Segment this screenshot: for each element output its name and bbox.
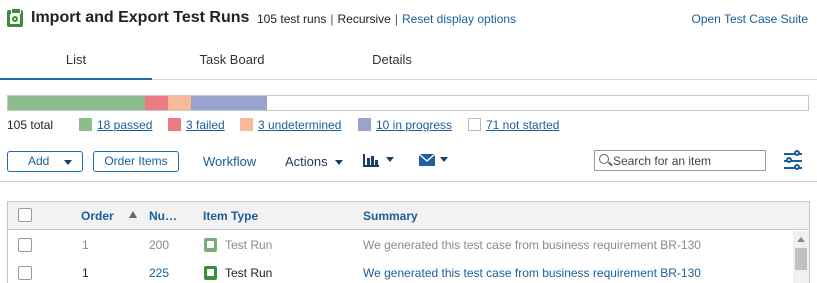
test-run-icon [204,266,217,280]
search-input[interactable] [613,153,763,168]
status-progress-bar [7,95,809,111]
row-number-link[interactable]: 200 [149,238,169,252]
settings-knob [794,150,800,156]
page-header: Import and Export Test Runs 105 test run… [0,0,817,40]
row-order: 1 [82,266,89,280]
test-runs-page: Import and Export Test Runs 105 test run… [0,0,817,283]
table-row[interactable]: 1 200 Test Run We generated this test ca… [8,231,793,259]
row-number-link[interactable]: 225 [149,266,169,280]
chevron-down-icon [386,157,394,162]
search-box [594,150,766,171]
email-menu[interactable] [418,152,452,170]
test-runs-grid: Order Nu… Item Type Summary 1 200 Test R… [7,201,810,283]
column-header-number[interactable]: Nu… [149,209,177,223]
tab-details[interactable]: Details [316,45,468,80]
chevron-down-icon [64,160,72,165]
passed-segment[interactable] [8,96,145,110]
row-checkbox[interactable] [18,266,32,280]
bar-chart-icon [363,154,379,167]
tab-task-board[interactable]: Task Board [156,45,308,80]
actions-menu[interactable]: Actions [285,154,344,169]
settings-knob [786,157,792,163]
view-tabs: List Task Board Details [0,45,817,80]
row-checkbox[interactable] [18,238,32,252]
recursive-label: Recursive [337,12,391,26]
scroll-up-arrow-icon[interactable] [797,237,805,242]
test-suite-icon [7,8,23,27]
chevron-down-icon [335,160,344,166]
chart-menu[interactable] [362,152,396,170]
test-run-icon [204,238,217,252]
not-started-swatch [468,118,481,131]
test-run-count: 105 test runs [257,12,327,26]
row-summary-link[interactable]: We generated this test case from busines… [363,266,701,280]
select-all-checkbox[interactable] [18,208,32,222]
add-button[interactable]: Add [7,151,83,172]
actions-menu-label: Actions [285,154,328,169]
settings-knob [794,164,800,170]
failed-link[interactable]: 3 failed [186,118,225,132]
row-item-type: Test Run [225,266,273,280]
column-header-summary[interactable]: Summary [363,209,418,223]
undetermined-swatch [240,118,253,131]
tab-list[interactable]: List [0,45,152,80]
workflow-menu[interactable]: Workflow [203,154,256,169]
open-test-case-suite-link[interactable]: Open Test Case Suite [691,12,808,26]
passed-swatch [79,118,92,131]
toolbar: Add Order Items Workflow Actions [0,146,817,182]
chevron-down-icon [440,157,448,162]
grid-header: Order Nu… Item Type Summary [8,202,809,230]
row-item-type: Test Run [225,238,273,252]
row-summary-link[interactable]: We generated this test case from busines… [363,238,701,252]
table-row[interactable]: 1 225 Test Run We generated this test ca… [8,259,793,283]
order-items-button[interactable]: Order Items [93,151,179,172]
not-started-link[interactable]: 71 not started [486,118,559,132]
add-button-label: Add [28,154,50,168]
passed-link[interactable]: 18 passed [97,118,152,132]
in-progress-segment[interactable] [191,96,267,110]
header-meta: 105 test runs | Recursive | Reset display op… [257,12,516,26]
failed-segment[interactable] [145,96,168,110]
row-order: 1 [82,238,89,252]
in-progress-swatch [358,118,371,131]
page-title: Import and Export Test Runs [31,9,250,26]
column-header-order[interactable]: Order [81,209,114,223]
failed-swatch [168,118,181,131]
in-progress-link[interactable]: 10 in progress [376,118,452,132]
sort-ascending-icon[interactable] [129,211,137,218]
reset-display-options-link[interactable]: Reset display options [402,12,516,26]
grid-settings-button[interactable] [782,150,804,172]
undetermined-segment[interactable] [168,96,191,110]
envelope-icon [418,153,436,166]
column-header-item-type[interactable]: Item Type [203,209,258,223]
separator: | [394,12,398,26]
scrollbar-thumb[interactable] [795,248,807,270]
vertical-scrollbar[interactable] [793,231,809,283]
undetermined-link[interactable]: 3 undetermined [258,118,341,132]
separator: | [330,12,334,26]
search-icon [599,154,609,164]
total-count: 105 total [7,118,54,132]
not-started-segment[interactable] [267,96,808,110]
